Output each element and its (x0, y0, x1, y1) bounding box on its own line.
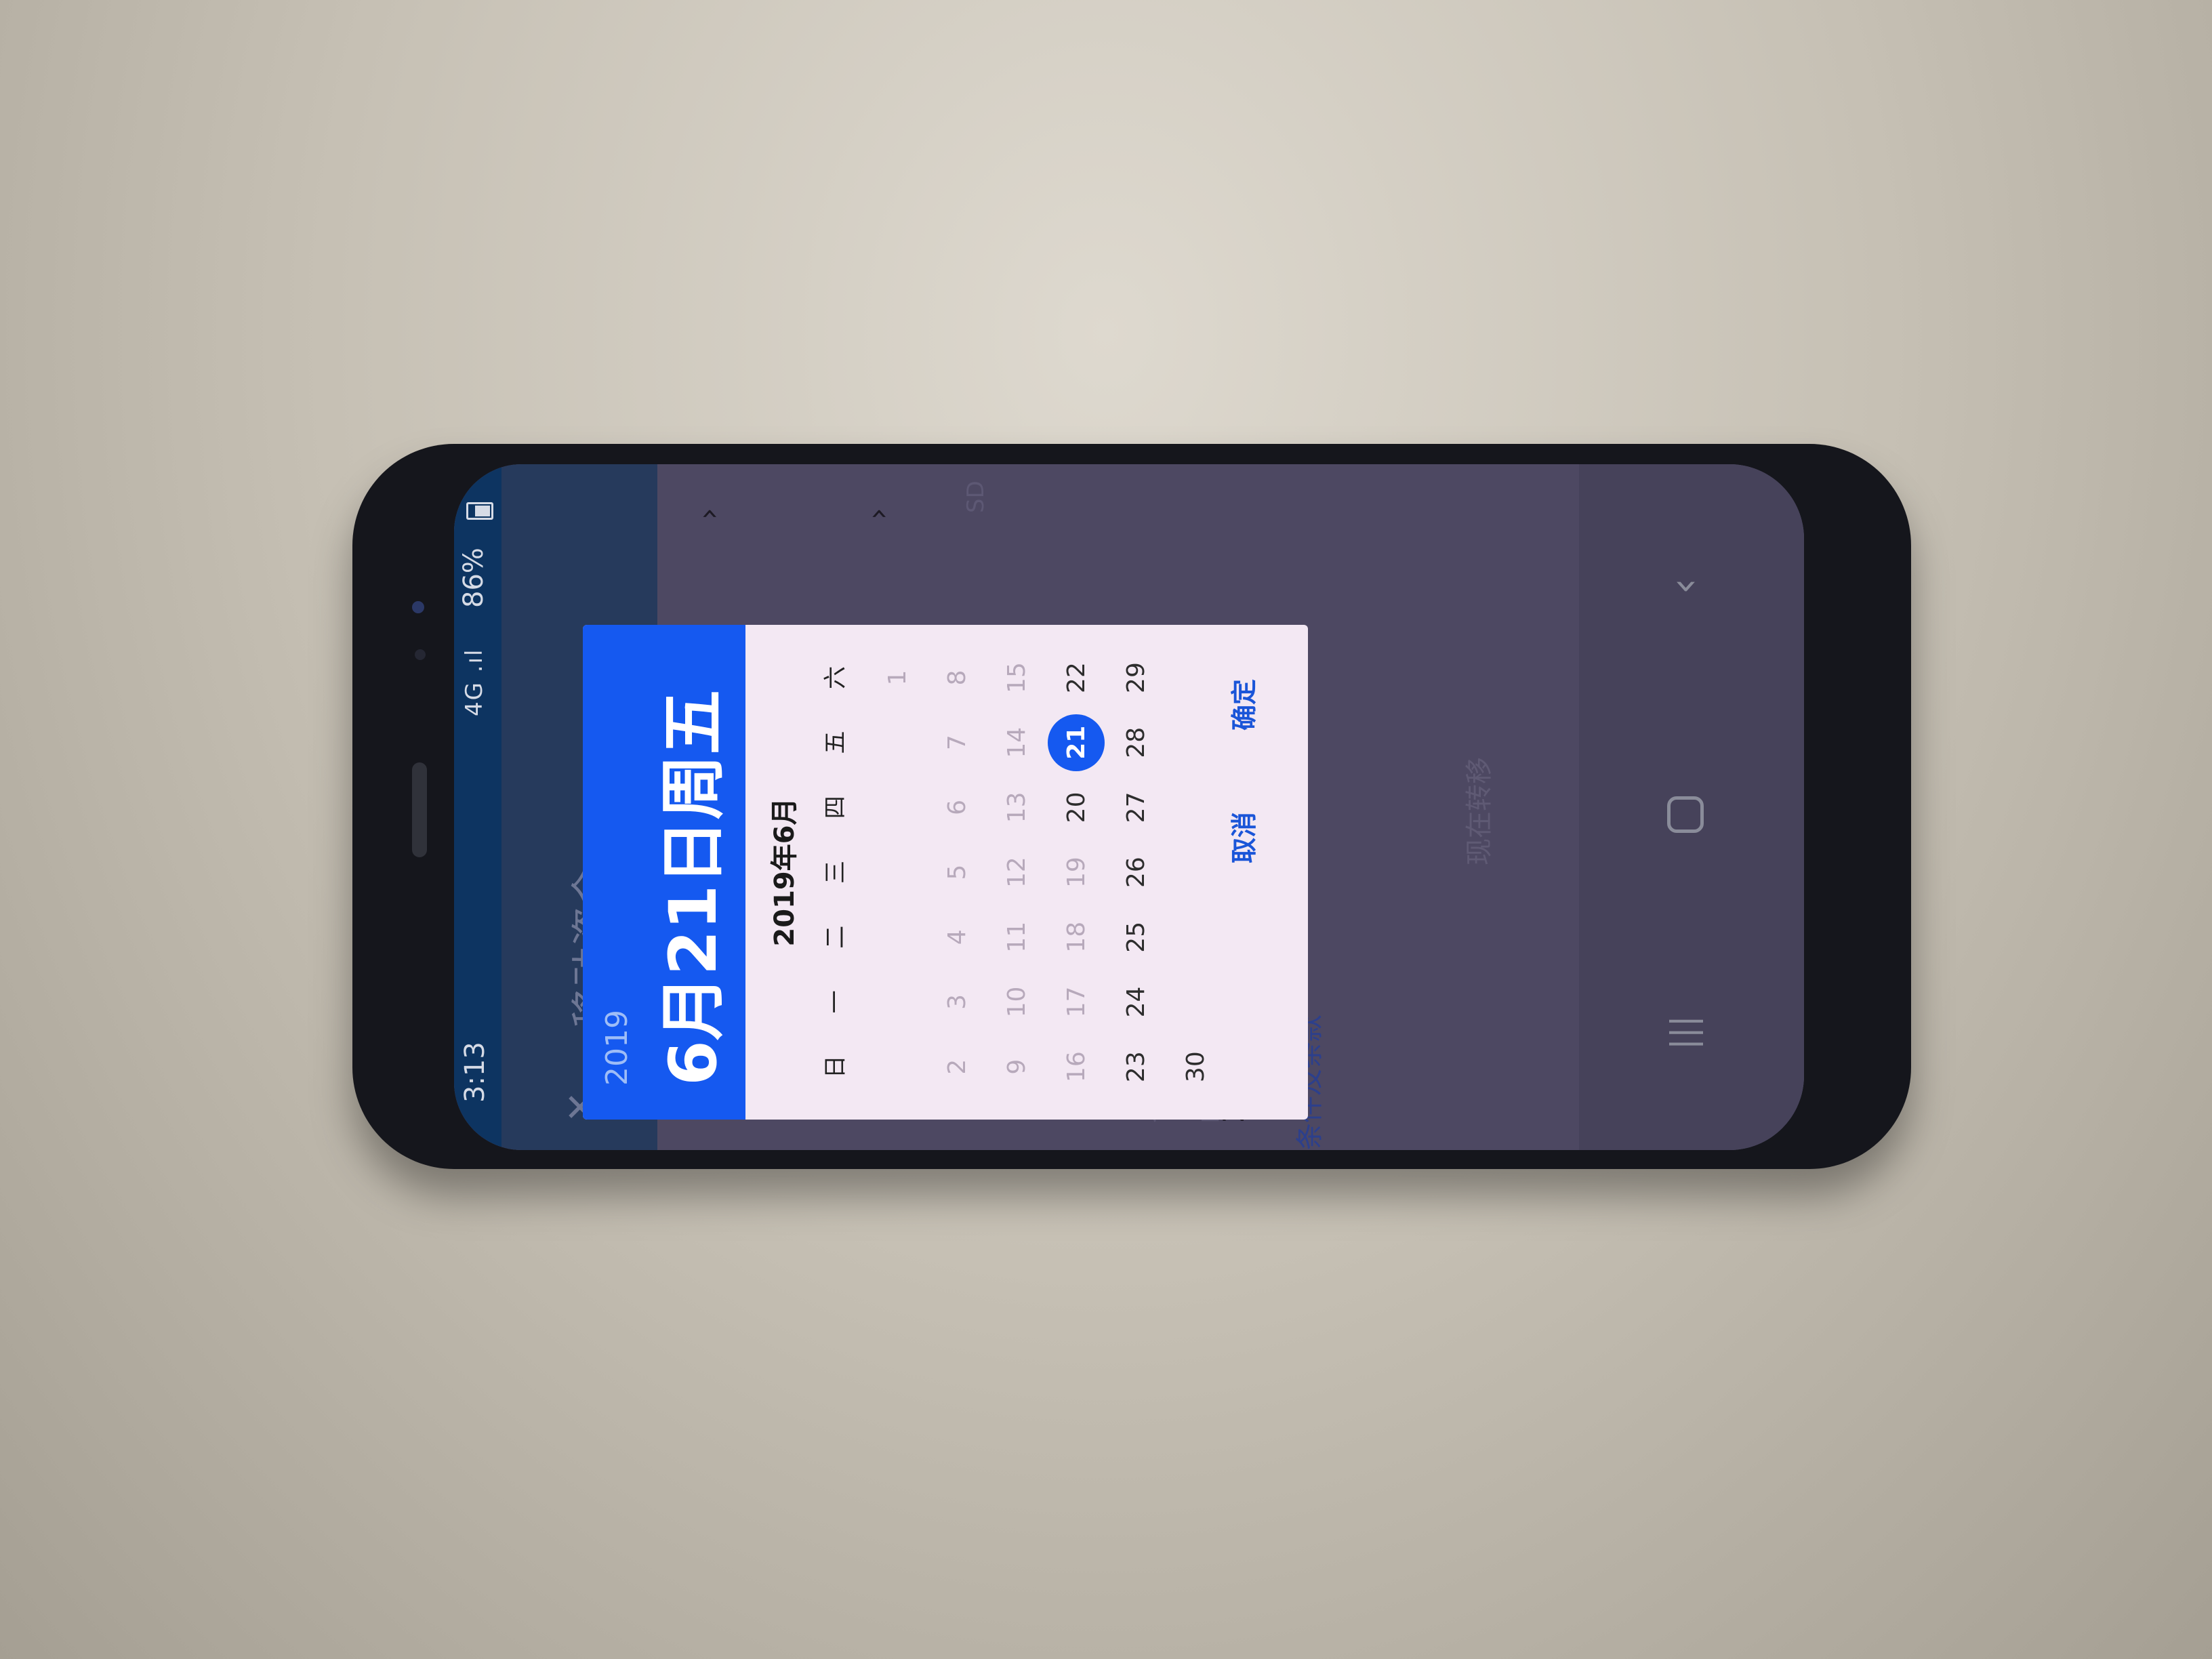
day-cell: 1 (867, 645, 927, 710)
day-number: 10 (1002, 986, 1031, 1018)
day-number: 23 (1122, 1051, 1150, 1083)
date-picker-dialog: 2019 6月21日周五 2019年6月 日一二三四五六 1 2 3 4 5 6 7 8 9 10… (583, 625, 1308, 1120)
to-chevron-icon[interactable]: › (861, 508, 895, 520)
weekday-label: 四 (822, 796, 849, 819)
earpiece-speaker (412, 762, 427, 857)
back-icon[interactable]: ‹ (1660, 578, 1708, 594)
day-cell: 5 (927, 840, 987, 905)
day-number: 1 (883, 670, 912, 686)
app-ui: 3:13 4G .ıl 86% ✕ 移动资金 来自 › 至 › 发 SD 个 时… (454, 464, 1804, 1150)
day-cell: 18 (1046, 905, 1106, 970)
front-camera (412, 601, 424, 613)
day-number: 17 (1062, 986, 1090, 1018)
weekday-label: 三 (822, 860, 849, 884)
day-number: 30 (1181, 1051, 1210, 1083)
day-cell: 16 (1046, 1034, 1106, 1099)
day-cell: 3 (927, 970, 987, 1035)
day-cell[interactable]: 23 (1106, 1034, 1166, 1099)
day-number: 13 (1002, 792, 1031, 823)
month-title: 2019年6月 (769, 798, 800, 947)
battery-icon (466, 502, 493, 520)
phone-screen: 3:13 4G .ıl 86% ✕ 移动资金 来自 › 至 › 发 SD 个 时… (454, 464, 1804, 1150)
day-number: 19 (1062, 857, 1090, 888)
day-number: 6 (943, 799, 971, 815)
weekday-label: 一 (822, 990, 849, 1014)
day-cell[interactable]: 22 (1046, 645, 1106, 710)
day-number: 8 (943, 670, 971, 686)
selected-date: 6月21日周五 (655, 689, 731, 1086)
day-number: 22 (1062, 662, 1090, 693)
year-selector[interactable]: 2019 (600, 1010, 634, 1086)
status-bar: 3:13 4G .ıl 86% (454, 464, 501, 1150)
dialog-actions: 取消 确定 (1223, 679, 1261, 863)
day-number: 9 (1002, 1059, 1031, 1075)
weekday-label: 五 (822, 731, 849, 754)
weekday-label: 二 (822, 925, 849, 949)
day-cell: 19 (1046, 840, 1106, 905)
status-time: 3:13 (459, 1042, 491, 1103)
date-picker-header: 2019 6月21日周五 (583, 625, 745, 1120)
weekday-label: 日 (822, 1055, 849, 1079)
day-number: 7 (943, 735, 971, 751)
day-cell[interactable]: 24 (1106, 970, 1166, 1035)
day-cell[interactable]: 30 (1166, 1034, 1225, 1099)
day-number: 24 (1122, 986, 1150, 1018)
day-grid: 1 2 3 4 5 6 7 8 9 10 11 12 13 14 15 16 17 18 19 20 21 22 23 24 2… (867, 645, 1225, 1099)
day-number: 2 (943, 1059, 971, 1075)
day-number: 5 (943, 864, 971, 880)
day-number: 18 (1062, 921, 1090, 953)
day-number: 16 (1062, 1051, 1090, 1083)
day-number: 11 (1002, 921, 1031, 953)
day-number: 20 (1062, 792, 1090, 823)
day-cell-selected[interactable]: 21 (1046, 710, 1106, 775)
day-cell: 7 (927, 710, 987, 775)
day-number: 29 (1122, 662, 1150, 693)
day-number: 25 (1122, 921, 1150, 953)
day-cell[interactable]: 26 (1106, 840, 1166, 905)
day-number: 27 (1122, 792, 1150, 823)
home-icon[interactable] (1667, 796, 1704, 833)
day-number: 3 (943, 994, 971, 1010)
recent-apps-icon[interactable]: ||| (1664, 1015, 1703, 1050)
day-cell[interactable]: 29 (1106, 645, 1166, 710)
battery-level: 86% (458, 548, 489, 608)
currency-hint: SD (962, 480, 989, 513)
day-cell: 15 (987, 645, 1046, 710)
day-number: 21 (1048, 714, 1105, 771)
day-cell: 13 (987, 775, 1046, 840)
day-cell: 6 (927, 775, 987, 840)
day-cell[interactable]: 27 (1106, 775, 1166, 840)
day-number: 15 (1002, 662, 1031, 693)
day-number: 4 (943, 929, 971, 945)
day-cell: 4 (927, 905, 987, 970)
phone-device: 3:13 4G .ıl 86% ✕ 移动资金 来自 › 至 › 发 SD 个 时… (352, 444, 1911, 1169)
day-cell[interactable]: 25 (1106, 905, 1166, 970)
day-number: 12 (1002, 857, 1031, 888)
transfer-button[interactable]: 现在转移 (1457, 757, 1496, 865)
day-cell: 9 (987, 1034, 1046, 1099)
proximity-sensor (415, 649, 426, 660)
day-number: 28 (1122, 726, 1150, 758)
day-cell: 11 (987, 905, 1046, 970)
weekday-row: 日一二三四五六 (817, 645, 850, 1099)
day-cell[interactable]: 20 (1046, 775, 1106, 840)
day-cell: 10 (987, 970, 1046, 1035)
weekday-label: 六 (822, 665, 849, 689)
day-cell: 12 (987, 840, 1046, 905)
day-number: 14 (1002, 726, 1031, 758)
day-cell: 17 (1046, 970, 1106, 1035)
day-cell: 2 (927, 1034, 987, 1099)
day-cell: 14 (987, 710, 1046, 775)
from-chevron-icon[interactable]: › (691, 508, 726, 520)
day-cell[interactable]: 28 (1106, 710, 1166, 775)
cancel-button[interactable]: 取消 (1223, 812, 1261, 863)
day-number: 26 (1122, 857, 1150, 888)
ok-button[interactable]: 确定 (1223, 679, 1261, 731)
day-cell: 8 (927, 645, 987, 710)
signal-icon: 4G .ıl (461, 648, 488, 717)
